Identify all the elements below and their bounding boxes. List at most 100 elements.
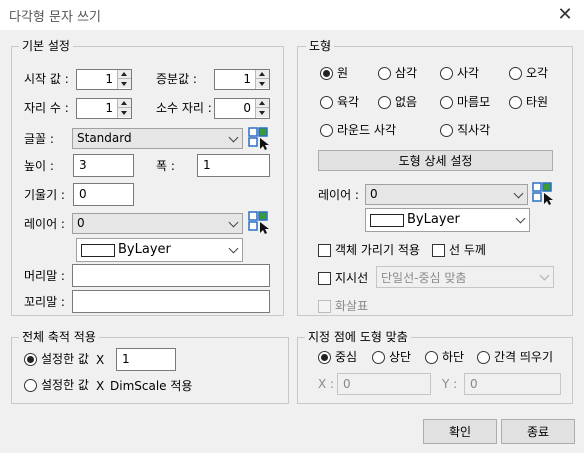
- shape-label-pentagon: 오각: [526, 66, 549, 80]
- scale-dimscale-text: DimScale 적용: [110, 379, 193, 393]
- spin-up-icon[interactable]: [118, 70, 131, 79]
- color-select[interactable]: ByLayer: [76, 238, 243, 262]
- shape-radio-rectangle[interactable]: [440, 124, 453, 137]
- start-value-label: 시작 값 :: [24, 72, 69, 86]
- spin-up-icon[interactable]: [256, 99, 269, 108]
- shape-radio-square[interactable]: [440, 67, 453, 80]
- fit-radio-bottom[interactable]: [425, 351, 438, 364]
- slant-value: 0: [79, 187, 87, 201]
- shape-label-none: 없음: [395, 95, 418, 109]
- scale-x-label: X: [96, 353, 105, 367]
- shape-radio-pentagon[interactable]: [509, 67, 522, 80]
- scale-value: 1: [122, 352, 130, 366]
- chevron-down-icon: [539, 270, 550, 281]
- color-select-value: ByLayer: [118, 242, 171, 257]
- line-thickness-checkbox[interactable]: [432, 244, 445, 257]
- decimal-text: 0: [243, 101, 251, 115]
- chevron-down-icon: [228, 243, 239, 254]
- shape-radio-ellipse[interactable]: [509, 96, 522, 109]
- shape-radio-triangle[interactable]: [378, 67, 391, 80]
- width-field[interactable]: 1: [197, 154, 270, 177]
- shape-radio-circle[interactable]: [320, 67, 333, 80]
- shape-label-rectangle: 직사각: [457, 123, 491, 137]
- shape-layer-select-value: 0: [370, 187, 378, 201]
- chevron-down-icon: [513, 188, 524, 199]
- prefix-field[interactable]: [72, 264, 270, 287]
- leader-type-value: 단일선-중심 맞춤: [381, 271, 467, 285]
- leader-checkbox[interactable]: [318, 272, 331, 285]
- color-swatch: [81, 244, 115, 257]
- spinner-buttons: [255, 70, 269, 89]
- close-button[interactable]: 종료: [501, 419, 575, 444]
- shape-radio-rounded-rect[interactable]: [320, 124, 333, 137]
- spin-down-icon[interactable]: [256, 108, 269, 117]
- fit-x-field[interactable]: 0: [337, 373, 431, 395]
- spinner-buttons: [117, 99, 131, 118]
- spinner-buttons: [255, 99, 269, 118]
- spin-up-icon[interactable]: [256, 70, 269, 79]
- digits-spinner[interactable]: 1: [76, 98, 132, 119]
- scale-dimscale-label: 설정한 값: [41, 378, 89, 392]
- width-label: 폭 :: [156, 159, 175, 173]
- fit-x-label: X :: [318, 377, 335, 391]
- shape-layer-select[interactable]: 0: [365, 184, 528, 205]
- font-picker-icon[interactable]: [248, 127, 272, 151]
- shape-label-diamond: 마름모: [457, 95, 491, 109]
- chevron-down-icon: [228, 217, 239, 228]
- decimal-label: 소수 자리 :: [156, 101, 212, 115]
- shape-label-rounded-rect: 라운드 사각: [337, 123, 397, 137]
- shape-radio-none[interactable]: [378, 96, 391, 109]
- digits-text: 1: [105, 101, 113, 115]
- shape-layer-label: 레이어 :: [318, 188, 359, 202]
- fit-radio-top[interactable]: [372, 351, 385, 364]
- leader-label: 지시선: [335, 271, 369, 285]
- shape-detail-button[interactable]: 도형 상세 설정: [318, 150, 553, 171]
- shape-layer-picker-icon[interactable]: [532, 182, 556, 206]
- spin-down-icon[interactable]: [118, 108, 131, 117]
- close-icon[interactable]: ✕: [554, 4, 576, 26]
- scale-value-field[interactable]: 1: [116, 348, 176, 371]
- arrow-checkbox[interactable]: [318, 300, 331, 313]
- spin-down-icon[interactable]: [256, 79, 269, 88]
- decimal-spinner[interactable]: 0: [214, 98, 270, 119]
- start-value-spinner[interactable]: 1: [76, 69, 132, 90]
- shape-label-square: 사각: [457, 66, 480, 80]
- increment-label: 증분값 :: [156, 72, 197, 86]
- leader-type-select[interactable]: 단일선-중심 맞춤: [376, 266, 554, 288]
- layer-picker-icon[interactable]: [248, 211, 272, 235]
- font-select-value: Standard: [77, 131, 132, 145]
- hide-object-label: 객체 가리기 적용: [335, 243, 420, 257]
- shape-label-ellipse: 타원: [526, 95, 549, 109]
- height-label: 높이 :: [24, 159, 54, 173]
- start-value-text: 1: [105, 72, 113, 86]
- scale-set-value-radio[interactable]: [24, 353, 37, 366]
- fit-x-value: 0: [343, 377, 351, 391]
- hide-object-checkbox[interactable]: [318, 244, 331, 257]
- spin-up-icon[interactable]: [118, 99, 131, 108]
- fit-label-top: 상단: [389, 350, 412, 364]
- window-title: 다각형 문자 쓰기: [9, 10, 101, 25]
- fit-y-field[interactable]: 0: [464, 373, 561, 395]
- font-label: 글꼴 :: [24, 132, 54, 146]
- scale-dimscale-radio[interactable]: [24, 379, 37, 392]
- shape-radio-hexagon[interactable]: [320, 96, 333, 109]
- fit-legend: 지정 점에 도형 맞춤: [305, 330, 411, 344]
- suffix-label: 꼬리말 :: [24, 295, 65, 309]
- fit-radio-center[interactable]: [318, 351, 331, 364]
- shape-color-select[interactable]: ByLayer: [365, 208, 530, 232]
- shape-color-select-value: ByLayer: [407, 212, 460, 227]
- spin-down-icon[interactable]: [118, 79, 131, 88]
- shape-label-circle: 원: [337, 66, 349, 80]
- ok-button[interactable]: 확인: [423, 419, 497, 444]
- scale-dimscale-x: X: [96, 379, 105, 393]
- font-select[interactable]: Standard: [72, 128, 243, 149]
- chevron-down-icon: [228, 132, 239, 143]
- height-field[interactable]: 3: [73, 154, 134, 177]
- layer-select[interactable]: 0: [72, 213, 243, 234]
- slant-field[interactable]: 0: [73, 183, 134, 206]
- suffix-field[interactable]: [72, 290, 270, 313]
- fit-radio-offset[interactable]: [477, 351, 490, 364]
- shape-radio-diamond[interactable]: [440, 96, 453, 109]
- increment-spinner[interactable]: 1: [214, 69, 270, 90]
- shape-label-triangle: 삼각: [395, 66, 418, 80]
